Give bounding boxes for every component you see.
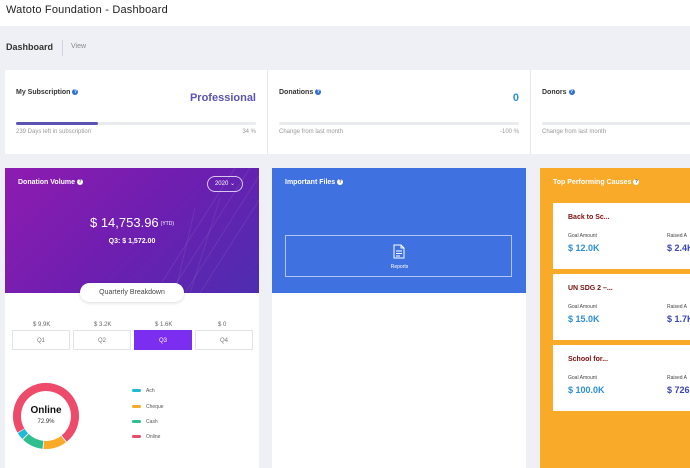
help-icon[interactable]: ? [77, 179, 84, 186]
raised-label: Raised A [667, 375, 688, 381]
top-causes-card: Top Performing Causes? Back to Sc... Goa… [540, 168, 690, 468]
view-link[interactable]: View [71, 43, 86, 50]
goal-amount: $ 100.0K [568, 385, 605, 395]
goal-label: Goal Amount [568, 304, 597, 310]
legend-swatch [132, 389, 141, 393]
top-bar: Watoto Foundation - Dashboard [0, 0, 690, 26]
page-title: Dashboard [6, 42, 54, 52]
legend-swatch [132, 405, 141, 409]
cause-name[interactable]: UN SDG 2 –... [568, 285, 613, 292]
stat-percent: -100 % [499, 129, 519, 135]
help-icon[interactable]: ? [72, 89, 79, 96]
document-icon [393, 244, 405, 259]
important-files-card: Important Files? Reports [272, 168, 526, 468]
card-title: Important Files? [285, 179, 344, 186]
tab-q3[interactable]: Q3 [134, 330, 192, 350]
help-icon[interactable]: ? [633, 179, 640, 186]
legend-label: Ach [146, 388, 155, 394]
donut-center-percent: 72.9% [37, 419, 55, 425]
legend-item[interactable]: Online [132, 434, 160, 440]
raised-label: Raised A [667, 233, 688, 239]
stat-percent: 34 % [242, 129, 256, 135]
stat-footer: Change from last month [279, 129, 344, 135]
donation-total-amount: $ 14,753.96 [89, 215, 159, 230]
progress-bar [542, 122, 690, 125]
stat-donations: Donations? 0 Change from last month -100… [268, 70, 530, 154]
card-title-text: Important Files [285, 179, 336, 186]
legend-label: Cheque [146, 404, 164, 410]
donation-volume-header: Donation Volume? 2020 ⌄ $ 14,753.96 (YTD)… [5, 168, 259, 293]
card-title-text: Top Performing Causes [553, 179, 632, 186]
stat-value: 0 [512, 92, 519, 104]
stat-subscription: My Subscription? Professional 239 Days l… [5, 70, 267, 154]
help-icon[interactable]: ? [568, 89, 575, 96]
stat-value: Professional [189, 92, 256, 104]
tab-q1[interactable]: Q1 [12, 330, 70, 350]
legend-item[interactable]: Cash [132, 419, 158, 425]
quarter-value: $ 3.2K [94, 322, 112, 328]
subheader: Dashboard View [0, 26, 690, 68]
stat-footer: Change from last month [542, 129, 607, 135]
cause-name[interactable]: School for... [568, 356, 608, 363]
goal-amount: $ 12.0K [568, 243, 600, 253]
raised-amount: $ 2.4K [667, 243, 690, 253]
donut-svg [12, 383, 79, 449]
app-title: Watoto Foundation - Dashboard [6, 4, 168, 16]
reports-tile[interactable]: Reports [285, 235, 512, 277]
stat-footer: 239 Days left in subscription [16, 129, 92, 135]
goal-amount: $ 15.0K [568, 314, 600, 324]
donation-total-suffix: (YTD) [160, 220, 175, 227]
cause-name[interactable]: Back to Sc... [568, 214, 610, 221]
cause-card[interactable]: UN SDG 2 –... Goal Amount $ 15.0K Raised… [553, 274, 690, 340]
quarter-amount: Q3: $ 1,572.00 [108, 238, 156, 245]
legend-label: Online [146, 434, 161, 440]
stat-label: My Subscription? [16, 89, 79, 96]
stat-label-text: Donations [279, 89, 314, 96]
help-icon[interactable]: ? [315, 89, 322, 96]
stat-label: Donations? [279, 89, 322, 96]
stat-label-text: Donors [542, 89, 567, 96]
goal-label: Goal Amount [568, 233, 597, 239]
legend-item[interactable]: Ach [132, 388, 155, 394]
quarterly-breakdown-button[interactable]: Quarterly Breakdown [80, 283, 184, 302]
cause-card[interactable]: School for... Goal Amount $ 100.0K Raise… [553, 345, 690, 411]
important-files-header: Important Files? Reports [272, 168, 526, 293]
tab-q2[interactable]: Q2 [73, 330, 131, 350]
help-icon[interactable]: ? [337, 179, 344, 186]
raised-amount: $ 1.7K [667, 314, 690, 324]
divider [62, 40, 63, 56]
stat-label-text: My Subscription [16, 89, 71, 96]
legend-swatch [132, 435, 141, 439]
legend-item[interactable]: Cheque [132, 404, 164, 410]
card-title: Top Performing Causes? [553, 179, 640, 186]
donation-total: $ 14,753.96 (YTD) [5, 215, 259, 230]
progress-bar [16, 122, 256, 125]
quarter-value: $ 9.9K [33, 322, 51, 328]
card-title: Donation Volume? [18, 179, 84, 186]
donut-chart [11, 381, 81, 451]
cause-card[interactable]: Back to Sc... Goal Amount $ 12.0K Raised… [553, 203, 690, 269]
quarter-value: $ 1.6K [155, 322, 173, 328]
reports-label: Reports [390, 264, 409, 270]
quarter-value: $ 0 [218, 322, 227, 328]
chevron-down-icon: ⌄ [230, 181, 236, 187]
stat-label: Donors? [542, 89, 575, 96]
stat-donors: Donors? Change from last month [531, 70, 690, 154]
progress-bar [279, 122, 519, 125]
card-title-text: Donation Volume [18, 179, 76, 186]
legend-swatch [132, 420, 141, 424]
year-select[interactable]: 2020 ⌄ [207, 176, 243, 192]
raised-label: Raised A [667, 304, 688, 310]
goal-label: Goal Amount [568, 375, 597, 381]
tab-q4[interactable]: Q4 [195, 330, 253, 350]
progress-fill [16, 122, 98, 125]
donation-volume-card: Donation Volume? 2020 ⌄ $ 14,753.96 (YTD)… [5, 168, 259, 468]
year-select-value: 2020 [214, 181, 229, 187]
raised-amount: $ 726 [667, 385, 690, 395]
legend-label: Cash [146, 419, 158, 425]
stats-card: My Subscription? Professional 239 Days l… [5, 70, 690, 154]
donut-center-label: Online [30, 405, 62, 416]
